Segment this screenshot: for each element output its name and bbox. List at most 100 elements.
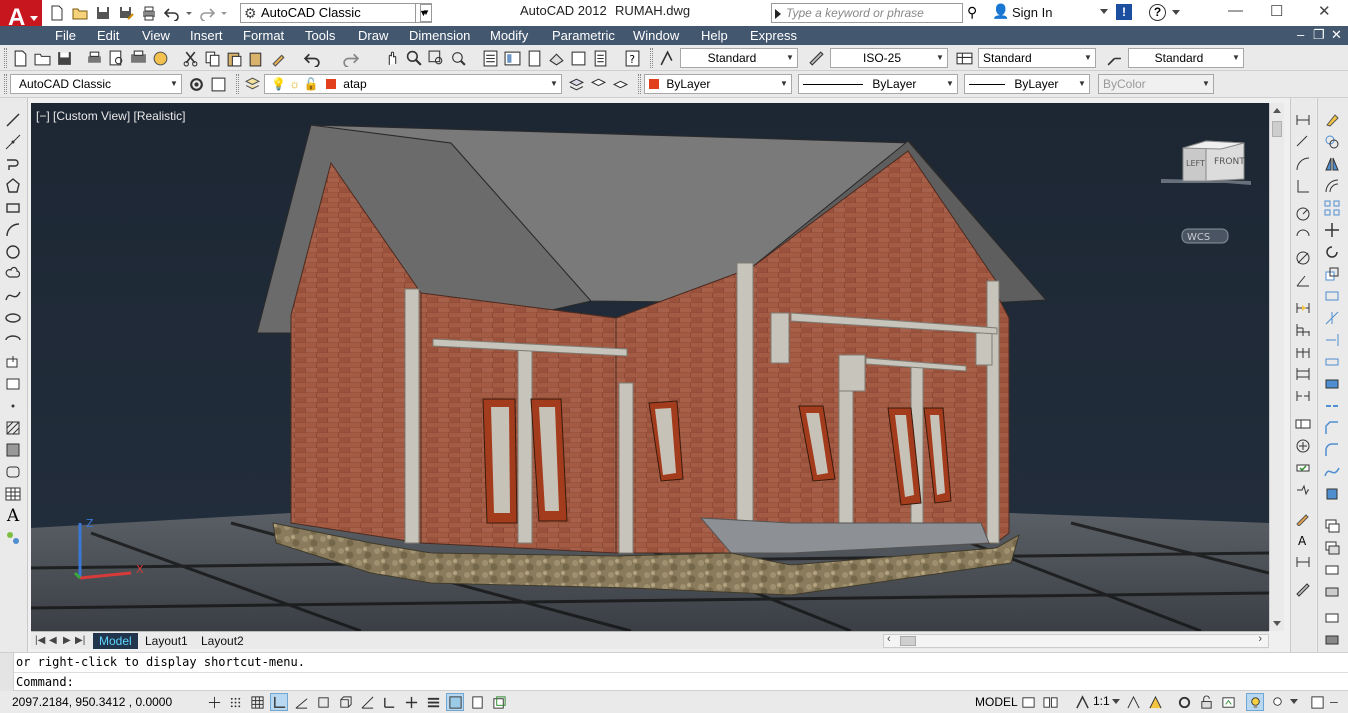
save-icon[interactable] <box>92 4 113 22</box>
qat-customize-button[interactable]: ▼ <box>420 4 432 22</box>
toolbar-grip[interactable] <box>638 74 641 94</box>
point-icon[interactable] <box>3 396 23 416</box>
dim-style-icon[interactable] <box>806 48 826 68</box>
menu-insert[interactable]: Insert <box>190 28 223 43</box>
hardware-acceleration-icon[interactable] <box>1219 693 1237 711</box>
status-menu-icon[interactable] <box>1290 699 1298 704</box>
quick-dimension-icon[interactable] <box>1293 298 1313 318</box>
blend-curves-icon[interactable] <box>1322 462 1342 482</box>
maximize-icon[interactable]: ☐ <box>1270 2 1283 20</box>
table-style-dropdown[interactable]: Standard ▼ <box>978 48 1096 68</box>
dimension-space-icon[interactable] <box>1293 364 1313 384</box>
menu-edit[interactable]: Edit <box>97 28 119 43</box>
selection-cycling-icon[interactable] <box>490 693 508 711</box>
dimension-update-icon[interactable] <box>1293 552 1313 572</box>
layer-off-icon[interactable] <box>1322 582 1342 602</box>
arc-length-icon[interactable] <box>1293 154 1313 174</box>
paste-icon[interactable] <box>224 48 244 68</box>
drawing-viewport[interactable]: LEFT FRONT WCS Z X <box>31 103 1269 631</box>
layer-dropdown[interactable]: 💡 ☼ 🔓 atap ▼ <box>264 74 562 94</box>
layer-tools-icon[interactable] <box>1322 516 1342 536</box>
zoom-window-icon[interactable] <box>426 48 446 68</box>
auto-scale-icon[interactable] <box>1146 693 1164 711</box>
toolbar-grip[interactable] <box>4 48 7 68</box>
make-current-layer-icon[interactable] <box>566 74 586 94</box>
aligned-dimension-icon[interactable] <box>1293 132 1313 152</box>
menu-dimension[interactable]: Dimension <box>409 28 470 43</box>
sheet-set-icon[interactable] <box>546 48 566 68</box>
color-dropdown[interactable]: ByLayer ▼ <box>644 74 792 94</box>
annotation-visibility-icon[interactable] <box>1124 693 1142 711</box>
design-center-icon[interactable] <box>502 48 522 68</box>
infer-constraints-icon[interactable] <box>205 693 223 711</box>
zoom-realtime-icon[interactable] <box>404 48 424 68</box>
exchange-icon[interactable]: ! <box>1116 4 1132 20</box>
fillet-icon[interactable] <box>1322 440 1342 460</box>
polar-tracking-icon[interactable] <box>292 693 310 711</box>
workspace-switching-icon[interactable] <box>1175 693 1193 711</box>
insert-block-icon[interactable] <box>3 352 23 372</box>
linetype-dropdown[interactable]: ByLayer ▼ <box>798 74 958 94</box>
next-tab-icon[interactable]: ▶ <box>63 635 71 646</box>
3d-object-snap-icon[interactable] <box>336 693 354 711</box>
menu-window[interactable]: Window <box>633 28 679 43</box>
lineweight-toggle-icon[interactable] <box>424 693 442 711</box>
status-minimize-icon[interactable]: – <box>1330 693 1338 709</box>
object-snap-icon[interactable] <box>314 693 332 711</box>
minimize-icon[interactable]: — <box>1228 2 1243 19</box>
menu-modify[interactable]: Modify <box>490 28 528 43</box>
match-properties-icon[interactable] <box>268 48 288 68</box>
ellipse-arc-icon[interactable] <box>3 330 23 350</box>
quick-properties-icon[interactable] <box>468 693 486 711</box>
erase-icon[interactable] <box>1322 110 1342 130</box>
rotate-icon[interactable] <box>1322 242 1342 262</box>
toolbar-grip[interactable] <box>4 74 7 94</box>
undo-icon[interactable] <box>161 4 182 22</box>
tool-palettes-icon[interactable] <box>524 48 544 68</box>
mirror-icon[interactable] <box>1322 154 1342 174</box>
menu-format[interactable]: Format <box>243 28 284 43</box>
search-input[interactable]: Type a keyword or phrase <box>771 3 963 23</box>
coordinate-display[interactable]: 2097.2184, 950.3412 , 0.0000 <box>12 695 172 709</box>
polyline-icon[interactable] <box>3 154 23 174</box>
extend-icon[interactable] <box>1322 330 1342 350</box>
save-icon[interactable] <box>54 48 74 68</box>
redo-icon[interactable] <box>340 48 360 68</box>
paste-special-icon[interactable] <box>246 48 266 68</box>
quick-view-drawings-icon[interactable] <box>1041 693 1059 711</box>
center-mark-icon[interactable] <box>1293 436 1313 456</box>
open-icon[interactable] <box>69 4 90 22</box>
angular-dimension-icon[interactable] <box>1293 270 1313 290</box>
layer-isolate-icon[interactable] <box>1322 560 1342 580</box>
properties-icon[interactable] <box>480 48 500 68</box>
toolbar-lock-icon[interactable] <box>1197 693 1215 711</box>
last-tab-icon[interactable]: ▶| <box>75 635 85 646</box>
dynamic-ucs-icon[interactable] <box>380 693 398 711</box>
command-prompt-input[interactable]: Command: <box>16 675 74 689</box>
close-icon[interactable]: ✕ <box>1318 2 1331 20</box>
horizontal-scrollbar[interactable]: ‹ › <box>883 633 1269 648</box>
circle-icon[interactable] <box>3 242 23 262</box>
menu-help[interactable]: Help <box>701 28 728 43</box>
workspace-dropdown[interactable]: ⚙ AutoCAD Classic ▼ <box>240 3 432 23</box>
chamfer-icon[interactable] <box>1322 418 1342 438</box>
layer-walk-icon[interactable] <box>1322 608 1342 628</box>
doc-minimize-icon[interactable]: – <box>1297 27 1304 42</box>
new-icon[interactable] <box>46 4 67 22</box>
wcs-menu[interactable]: WCS <box>1181 228 1229 244</box>
construction-line-icon[interactable] <box>3 132 23 152</box>
dim-style-dropdown[interactable]: ISO-25 ▼ <box>830 48 948 68</box>
toolbar-grip[interactable] <box>236 74 239 94</box>
lightbulb-icon[interactable] <box>1268 693 1286 711</box>
menu-tools[interactable]: Tools <box>305 28 335 43</box>
plot-preview-icon[interactable] <box>106 48 126 68</box>
redo-icon[interactable] <box>196 4 217 22</box>
tab-layout2[interactable]: Layout2 <box>195 633 250 649</box>
dimension-style-icon[interactable] <box>1293 580 1313 600</box>
save-as-icon[interactable] <box>115 4 136 22</box>
scroll-up-icon[interactable] <box>1273 108 1281 113</box>
offset-icon[interactable] <box>1322 176 1342 196</box>
sign-in-link[interactable]: Sign In <box>1012 5 1052 20</box>
line-icon[interactable] <box>3 110 23 130</box>
model-space-toggle[interactable]: MODEL <box>975 695 1018 709</box>
